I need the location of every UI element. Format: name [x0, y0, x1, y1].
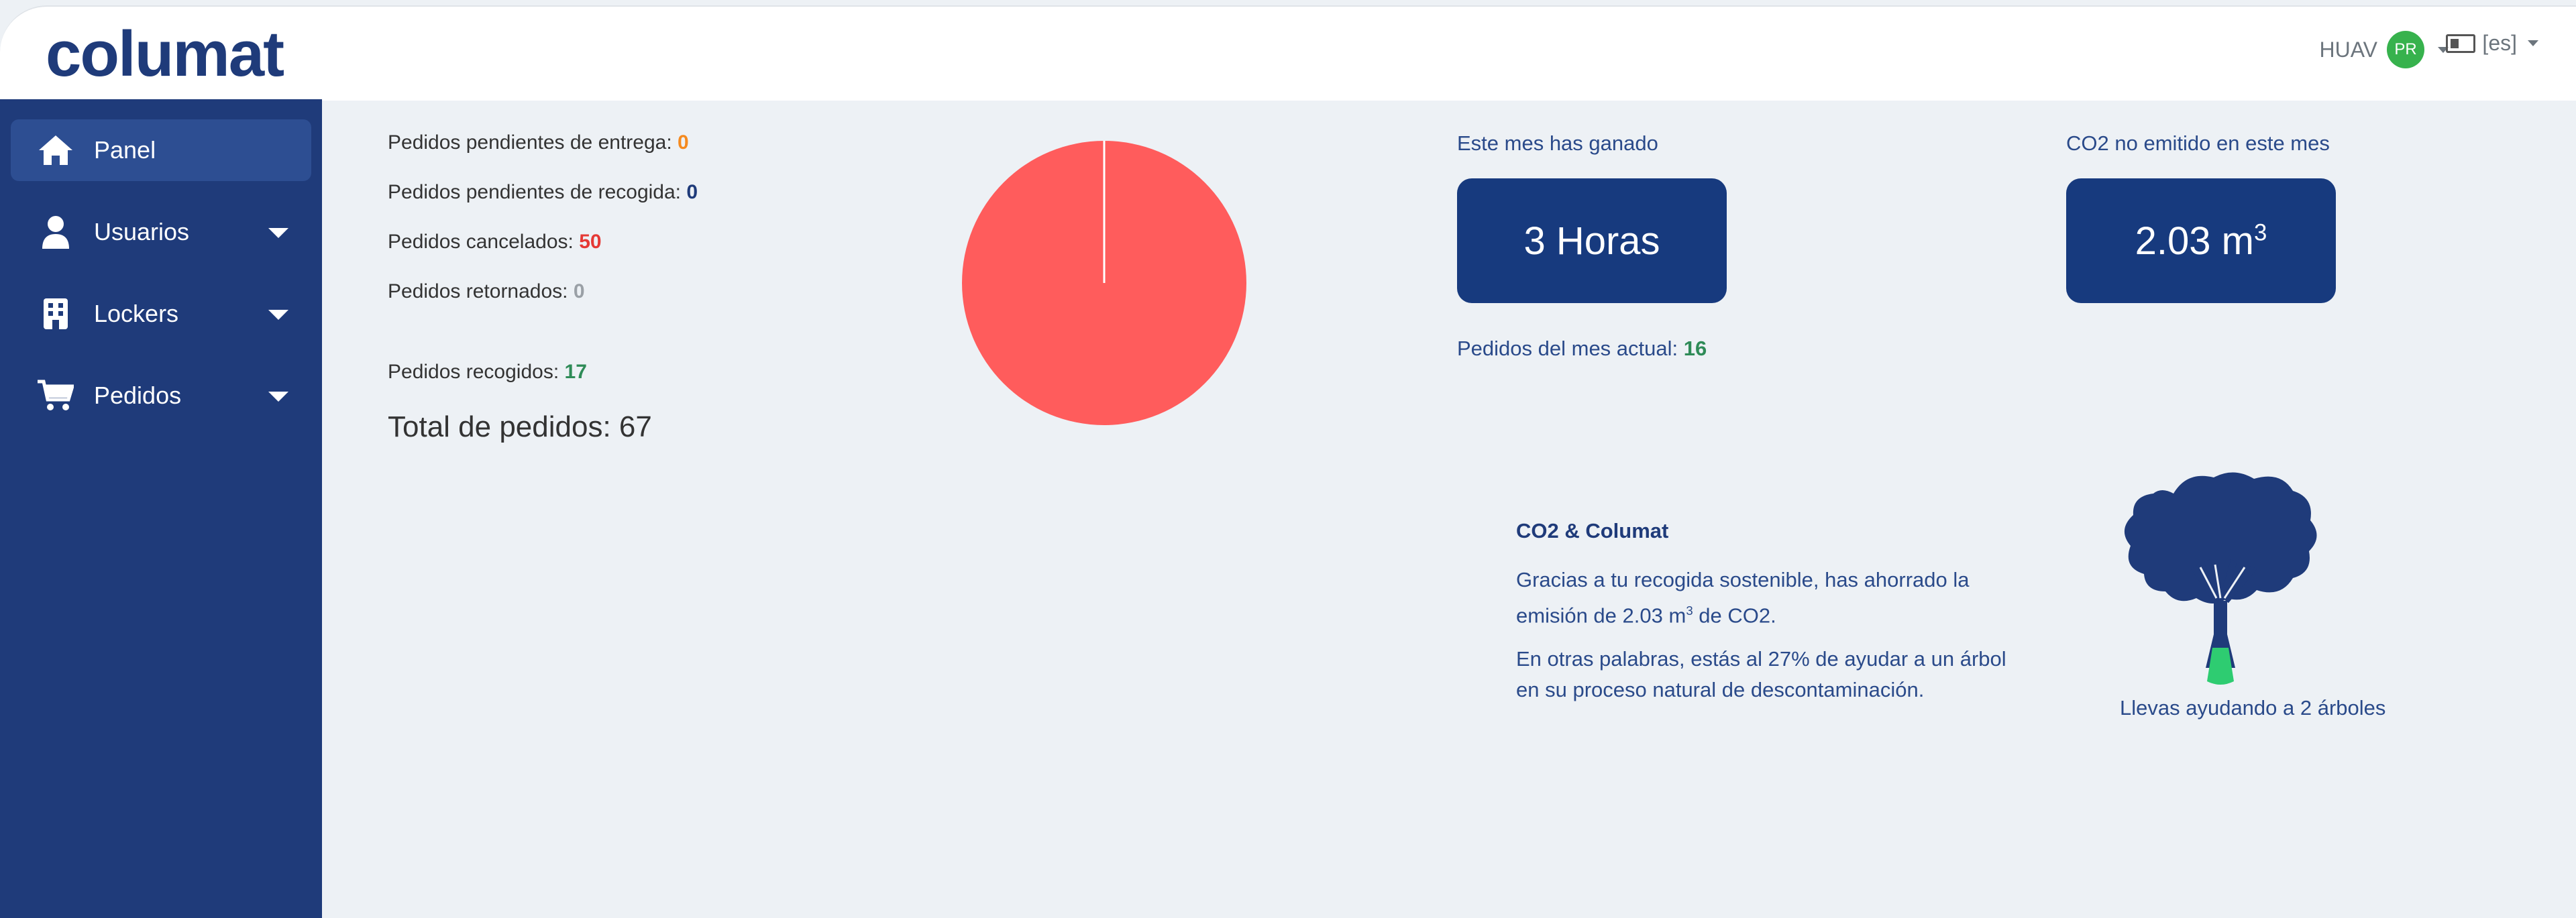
- cart-icon: [36, 376, 75, 415]
- stat-collected: Pedidos recogidos: 17: [388, 361, 587, 384]
- total-orders: Total de pedidos: 67: [388, 410, 652, 444]
- co2-card: 2.03 m3: [2066, 178, 2336, 303]
- user-icon: [36, 213, 75, 251]
- home-icon: [36, 131, 75, 170]
- sidebar-item-pedidos[interactable]: Pedidos: [11, 365, 311, 426]
- month-orders-value: 16: [1683, 337, 1707, 360]
- caret-down-icon: [268, 310, 288, 320]
- user-avatar: PR: [2387, 31, 2424, 68]
- user-menu[interactable]: HUAV PR: [2319, 31, 2449, 68]
- caret-down-icon: [268, 228, 288, 238]
- earned-label: Este mes has ganado: [1457, 131, 1658, 155]
- earned-card: 3 Horas: [1457, 178, 1727, 303]
- building-icon: [36, 294, 75, 333]
- stat-value: 0: [678, 131, 689, 154]
- co2-label: CO2 no emitido en este mes: [2066, 131, 2330, 155]
- header: columat HUAV PR [es]: [0, 0, 2576, 101]
- co2-info-paragraph-2: En otras palabras, estás al 27% de ayuda…: [1516, 647, 2006, 701]
- sidebar-item-usuarios[interactable]: Usuarios: [11, 201, 311, 263]
- sidebar-item-lockers[interactable]: Lockers: [11, 283, 311, 345]
- stat-cancelled: Pedidos cancelados: 50: [388, 231, 602, 253]
- stat-pending-delivery: Pedidos pendientes de entrega: 0: [388, 131, 689, 154]
- sidebar-item-label: Pedidos: [94, 382, 182, 409]
- stat-label: Pedidos pendientes de recogida:: [388, 181, 681, 203]
- stat-label: Pedidos retornados:: [388, 280, 568, 302]
- stat-value: 0: [573, 280, 585, 302]
- month-orders-label: Pedidos del mes actual:: [1457, 337, 1678, 360]
- caret-down-icon: [268, 392, 288, 402]
- tree-icon: [2124, 472, 2317, 685]
- stat-value: 50: [579, 231, 602, 253]
- earned-value: 3 Horas: [1523, 219, 1660, 263]
- stat-label: Pedidos pendientes de entrega:: [388, 131, 672, 154]
- sidebar-item-panel[interactable]: Panel: [11, 119, 311, 181]
- stat-returned: Pedidos retornados: 0: [388, 280, 585, 303]
- sidebar-item-label: Panel: [94, 136, 156, 164]
- orders-pie-chart[interactable]: [951, 139, 1257, 426]
- month-orders: Pedidos del mes actual: 16: [1457, 337, 1707, 361]
- user-name: HUAV: [2319, 37, 2377, 62]
- sidebar-item-label: Lockers: [94, 300, 179, 327]
- language-card-icon: [2446, 34, 2476, 53]
- columat-logo[interactable]: columat: [46, 17, 284, 91]
- stat-value: 17: [564, 361, 587, 383]
- total-value: 67: [619, 410, 652, 443]
- chevron-down-icon: [2528, 40, 2538, 46]
- stat-label: Pedidos cancelados:: [388, 231, 574, 253]
- language-menu[interactable]: [es]: [2446, 31, 2538, 56]
- co2-info-paragraph-1: Gracias a tu recogida sostenible, has ah…: [1516, 568, 1970, 628]
- language-code: [es]: [2482, 31, 2517, 55]
- stat-label: Pedidos recogidos:: [388, 361, 559, 383]
- stat-value: 0: [686, 181, 698, 203]
- stat-pending-pickup: Pedidos pendientes de recogida: 0: [388, 181, 698, 204]
- tree-caption: Llevas ayudando a 2 árboles: [2120, 696, 2386, 720]
- header-bar: [0, 5, 2576, 101]
- sidebar: Panel Usuarios Lockers Pedidos: [0, 99, 322, 918]
- co2-info-title: CO2 & Columat: [1516, 519, 1669, 542]
- sidebar-item-label: Usuarios: [94, 218, 190, 245]
- total-label: Total de pedidos:: [388, 410, 611, 443]
- co2-value: 2.03 m3: [2135, 219, 2267, 263]
